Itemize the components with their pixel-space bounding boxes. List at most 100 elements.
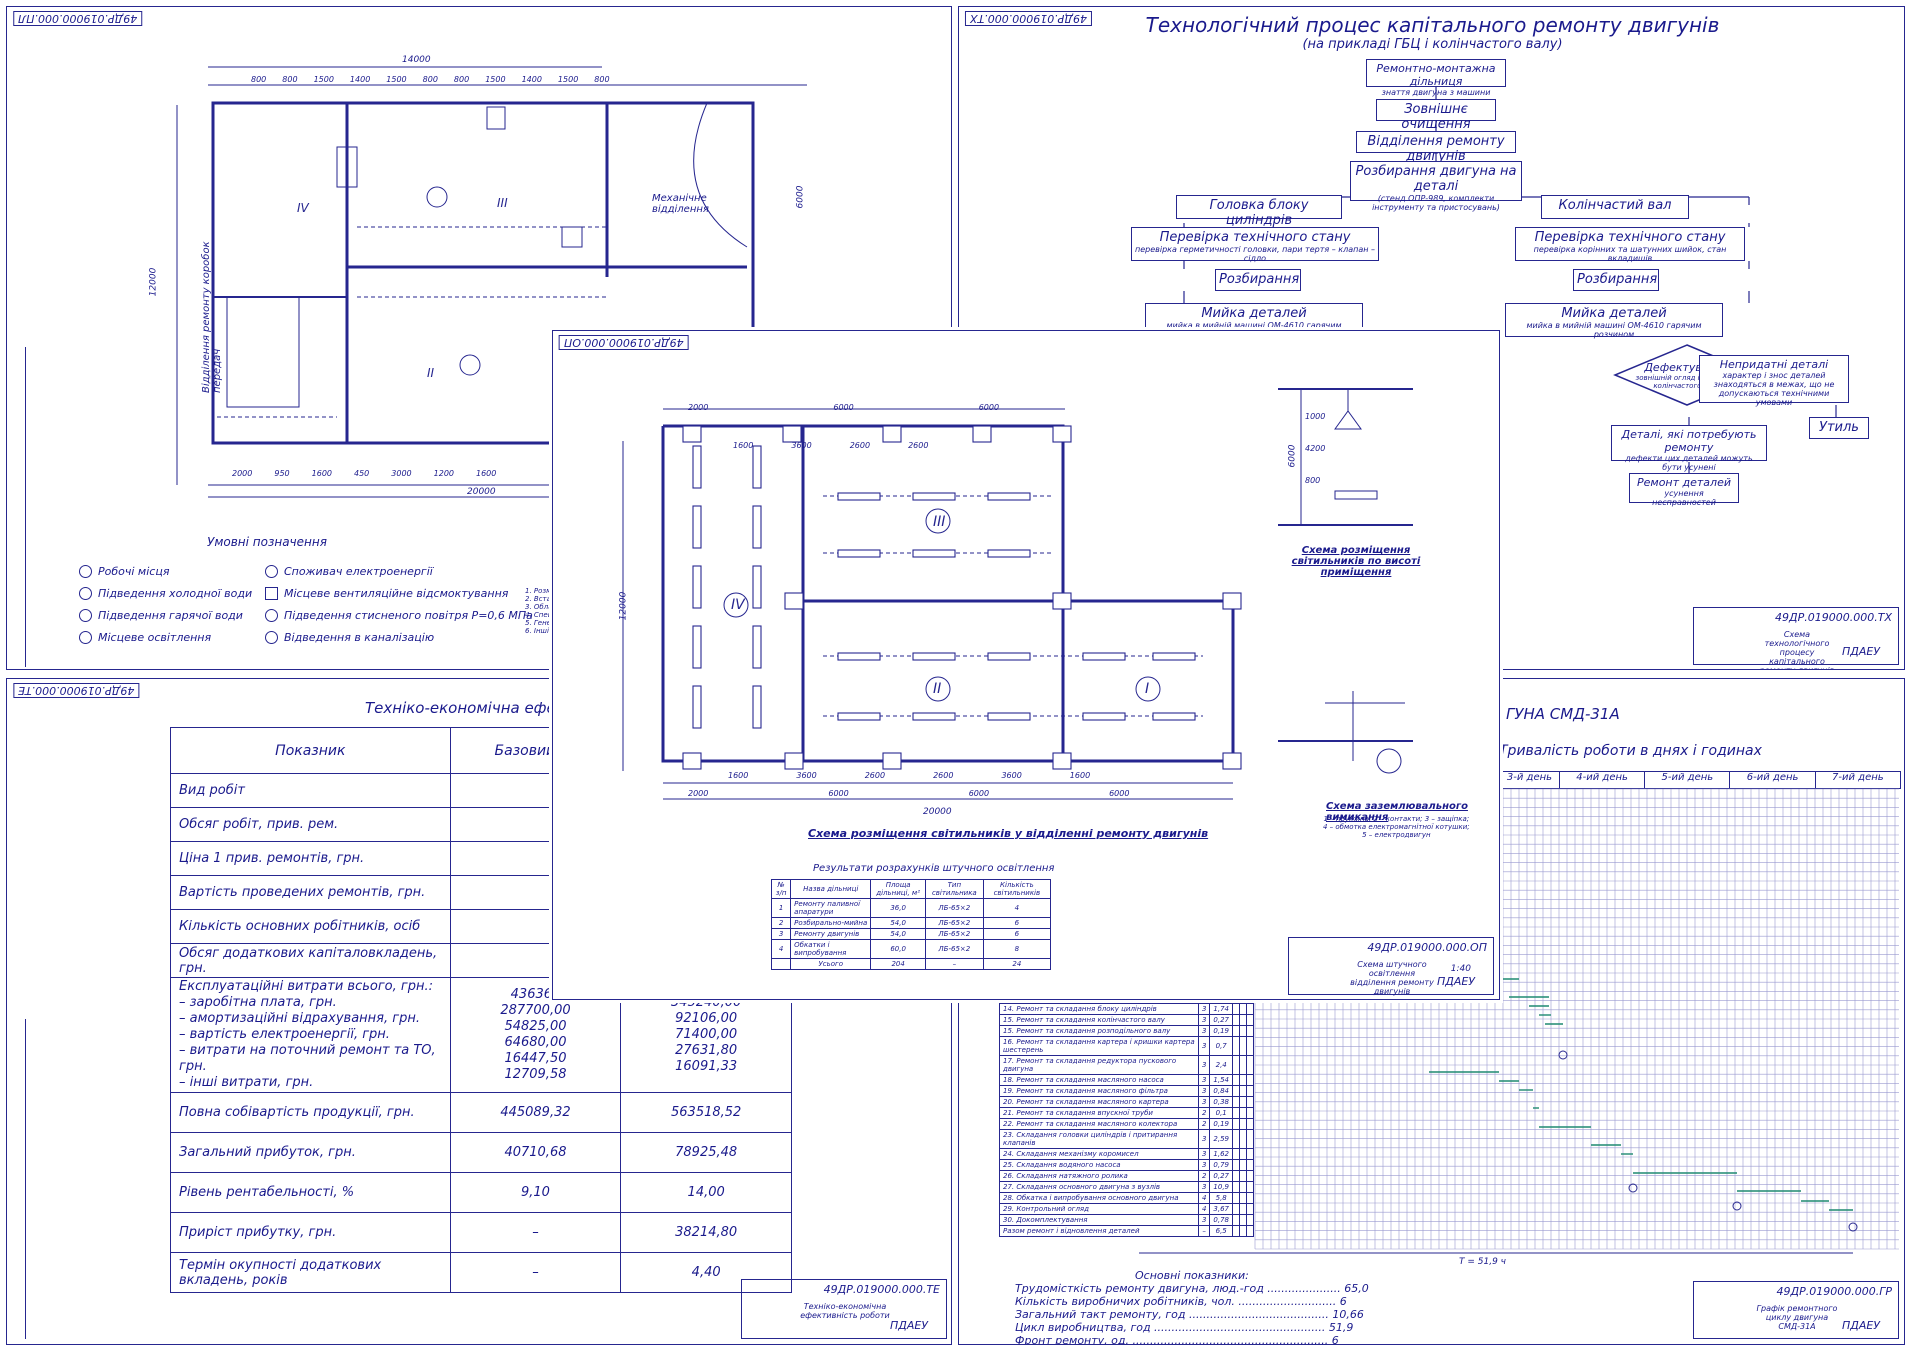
legend-item: Робочі місця	[79, 565, 169, 578]
cycle-total: Т = 51,9 ч	[1459, 1257, 1506, 1267]
height-dims: 1000 4200 800	[1305, 412, 1326, 485]
dim: 1200	[433, 469, 454, 478]
legend-item: Відведення в каналізацію	[265, 631, 434, 644]
luminaire	[882, 425, 902, 443]
sewer-icon	[265, 631, 278, 644]
title-block: 49ДР.019000.000.ГР Графік ремонтного цик…	[1693, 1281, 1899, 1339]
luminaire	[837, 652, 881, 661]
legend-item: Підведення гарячої води	[79, 609, 243, 622]
luminaire	[752, 445, 762, 489]
title-block: 49ДР.019000.000.ОП Схема штучного освітл…	[1288, 937, 1494, 996]
sheet-code: 49ДР.019000.000.ТЕ	[13, 683, 140, 698]
right-branch-3: Розбирання	[1573, 269, 1659, 291]
table-row: 3 Ремонту двигунів 54,0 ЛБ-65×2 6	[770, 928, 1052, 940]
title-block: 49ДР.019000.000.ТХ Схема технологічного …	[1693, 607, 1899, 669]
dim: 1600	[311, 469, 332, 478]
table-row: Разом ремонт і відновлення деталей –6,5	[999, 1225, 1254, 1237]
luminaire	[912, 492, 956, 501]
right-branch-1: Колінчастий вал	[1541, 195, 1689, 219]
svg-text:IV: IV	[731, 597, 746, 613]
dim-total-top: 14000	[402, 55, 431, 65]
lighting-icon	[79, 631, 92, 644]
svg-text:II: II	[933, 681, 941, 697]
dim-total: 20000	[923, 807, 952, 817]
dims-top-row: 800 800 1500 1400 1500 800 800 1500 1400…	[251, 75, 610, 84]
table-row: 28. Обкатка і випробування основного дви…	[999, 1192, 1254, 1204]
table-row: Усього 204–24	[770, 958, 1052, 970]
flow-step-2: Зовнішнє очищення	[1376, 99, 1496, 132]
luminaire	[912, 652, 956, 661]
table-row: Рівень рентабельності, % 9,10 14,00	[170, 1172, 792, 1213]
luminaire	[987, 492, 1031, 501]
compressed-air-icon	[265, 609, 278, 622]
table-row: Термін окупності додаткових вкладень, ро…	[170, 1252, 792, 1293]
col-header: Показник	[170, 727, 451, 774]
flow-step-4: Розбирання двигуна на деталі (стенд ОПР-9…	[1350, 161, 1522, 212]
dim: 1400	[521, 75, 542, 84]
legend-item: Споживач електроенергії	[265, 565, 433, 578]
table-row: 21. Ремонт та складання впускної труби 2 0…	[999, 1107, 1254, 1119]
right-branch-2: Перевірка технічного стану перевірка корі…	[1515, 227, 1745, 263]
luminaire	[1052, 752, 1072, 770]
luminaire	[682, 425, 702, 443]
table-row: 23. Складання головки циліндрів і притир…	[999, 1129, 1254, 1149]
table-row: 14. Ремонт та складання блоку циліндрів 3…	[999, 1003, 1254, 1015]
luminaire	[987, 549, 1031, 558]
luminaire	[1082, 652, 1126, 661]
svg-text:I: I	[1145, 681, 1149, 697]
table-row: 27. Складання основного двигуна з вузлів…	[999, 1181, 1254, 1193]
table-row: 24. Складання механізму коромисел 3 1,62	[999, 1148, 1254, 1160]
luminaire	[692, 445, 702, 489]
luminaire	[692, 685, 702, 729]
dims-bottom2: 2000 6000 6000 6000	[688, 789, 1130, 798]
luminaire	[987, 652, 1031, 661]
dim: 800	[453, 75, 470, 84]
luminaire	[784, 752, 804, 770]
table-row: 18. Ремонт та складання масляного насоса…	[999, 1074, 1254, 1086]
svg-text:III: III	[497, 196, 508, 210]
power-consumer-icon	[265, 565, 278, 578]
luminaire	[972, 425, 992, 443]
svg-text:IV: IV	[297, 201, 310, 215]
dim: 800	[422, 75, 438, 84]
dim-total-bottom: 20000	[467, 487, 496, 497]
dim-left: 12000	[618, 591, 629, 621]
luminaire	[1052, 425, 1072, 443]
dim: 800	[282, 75, 298, 84]
dims-top: 2000 6000 6000	[688, 403, 1000, 412]
luminaire	[782, 425, 802, 443]
main-indicators: Основні показники: Трудомісткість ремонт…	[1015, 1269, 1369, 1345]
luminaire	[882, 752, 902, 770]
luminaire	[752, 565, 762, 609]
dim: 1500	[313, 75, 334, 84]
left-branch-1: Головка блоку циліндрів	[1176, 195, 1342, 228]
luminaire	[752, 505, 762, 549]
dim: 800	[251, 75, 267, 84]
table-row: 19. Ремонт та складання масляного фільтр…	[999, 1085, 1254, 1097]
hot-water-icon	[79, 609, 92, 622]
luminaire	[692, 505, 702, 549]
legend-item: Підведення стисненого повітря P=0,6 МПа	[265, 609, 533, 622]
workplace-icon	[79, 565, 92, 578]
dim: 2000	[232, 469, 253, 478]
right-label: Механічне відділення	[652, 193, 709, 215]
table-row: 25. Складання водяного насоса 3 0,79	[999, 1159, 1254, 1171]
left-branch-3: Розбирання	[1215, 269, 1301, 291]
table-row: Загальний прибуток, грн. 40710,68 78925,48	[170, 1132, 792, 1173]
legend-item: Місцеве вентиляційне відсмоктування	[265, 587, 508, 600]
dim: 3000	[391, 469, 412, 478]
luminaire	[692, 625, 702, 669]
flow-step-1: Ремонтно-монтажна дільниця знаття двигуна…	[1366, 59, 1506, 97]
table-row: 1 Ремонту паливної апаратури 36,0 ЛБ-65×2 4	[770, 898, 1052, 918]
luminaire	[1152, 652, 1196, 661]
left-label: Відділення ремонту коробок передач	[201, 241, 223, 393]
table-row: 30. Докомплектування 3 0,78	[999, 1214, 1254, 1226]
dim: 1600	[476, 469, 497, 478]
sheet-lighting-layout: 49ДР.019000.000.ОП IV III II I 2000 6000…	[552, 330, 1500, 1000]
table-row: 4 Обкатки і випробування 60,0 ЛБ-65×2 8	[770, 939, 1052, 959]
legend-title: Умовні позначення	[207, 535, 327, 549]
svg-text:III: III	[933, 514, 945, 530]
table-header-row: № з/п Назва дільниці Площа дільниці, м² Ти…	[770, 879, 1052, 899]
dim: 950	[274, 469, 290, 478]
flow-step-3: Відділення ремонту двигунів	[1356, 131, 1516, 164]
